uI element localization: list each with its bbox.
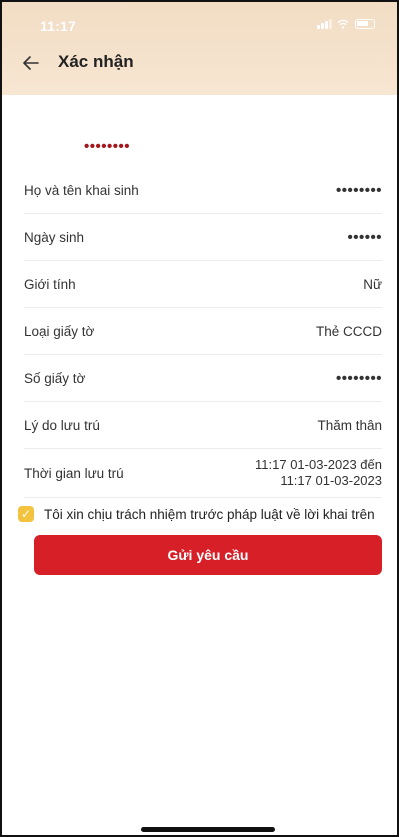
row-gender: Giới tính Nữ xyxy=(24,261,382,308)
row-label: Họ và tên khai sinh xyxy=(24,182,139,198)
row-value: Thẻ CCCD xyxy=(315,323,382,339)
home-indicator xyxy=(141,827,275,832)
row-stay-period: Thời gian lưu trú 11:17 01-03-2023 đến 1… xyxy=(24,449,382,498)
nav-bar: Xác nhận xyxy=(2,44,397,84)
status-icons xyxy=(317,19,375,29)
row-document-number: Số giấy tờ •••••••• xyxy=(24,355,382,402)
consent-row: ✓ Tôi xin chịu trách nhiệm trước pháp lu… xyxy=(18,504,388,524)
row-value: Thăm thân xyxy=(317,417,382,433)
signal-icon xyxy=(317,19,332,29)
row-label: Giới tính xyxy=(24,276,76,292)
submit-label: Gửi yêu cầu xyxy=(167,547,249,563)
row-label: Loại giấy tờ xyxy=(24,323,95,339)
stay-period-end: 11:17 01-03-2023 xyxy=(280,473,382,488)
page-title: Xác nhận xyxy=(58,52,134,71)
wifi-icon xyxy=(337,19,349,29)
row-value: •••••••• xyxy=(335,369,382,387)
check-icon: ✓ xyxy=(20,507,32,521)
status-time: 11:17 xyxy=(40,18,77,34)
arrow-left-icon xyxy=(23,56,39,70)
stay-period-start: 11:17 01-03-2023 đến xyxy=(255,457,382,472)
row-label: Số giấy tờ xyxy=(24,370,86,386)
status-bar: 11:17 xyxy=(2,2,397,42)
row-full-name: Họ và tên khai sinh •••••••• xyxy=(24,167,382,214)
app-header: 11:17 Xác nhận xyxy=(2,2,397,95)
submit-button[interactable]: Gửi yêu cầu xyxy=(34,535,382,575)
back-button[interactable] xyxy=(16,48,46,78)
row-document-type: Loại giấy tờ Thẻ CCCD xyxy=(24,308,382,355)
row-label: Lý do lưu trú xyxy=(24,417,100,433)
row-value: 11:17 01-03-2023 đến 11:17 01-03-2023 xyxy=(255,457,382,489)
row-stay-reason: Lý do lưu trú Thăm thân xyxy=(24,402,382,449)
consent-checkbox[interactable]: ✓ xyxy=(18,506,34,522)
row-value: •••••• xyxy=(347,228,382,246)
row-value: •••••••• xyxy=(335,181,382,199)
info-list: Họ và tên khai sinh •••••••• Ngày sinh •… xyxy=(24,167,382,498)
row-label: Ngày sinh xyxy=(24,229,85,245)
consent-text: Tôi xin chịu trách nhiệm trước pháp luật… xyxy=(44,506,375,522)
battery-icon xyxy=(355,19,375,29)
row-label: Thời gian lưu trú xyxy=(24,465,124,481)
row-birth-date: Ngày sinh •••••• xyxy=(24,214,382,261)
row-value: Nữ xyxy=(363,276,382,292)
masked-name: •••••••• xyxy=(84,138,131,155)
